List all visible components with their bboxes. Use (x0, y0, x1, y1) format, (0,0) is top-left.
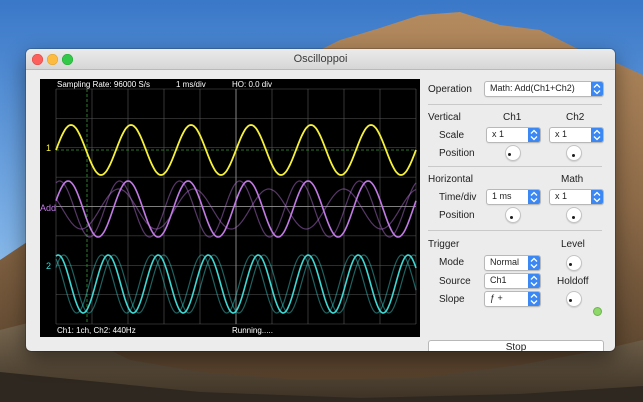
ch1-header: Ch1 (503, 112, 522, 123)
position-label: Position (439, 148, 475, 159)
separator (428, 230, 602, 231)
stop-button[interactable]: Stop (428, 340, 604, 351)
source-label: Source (439, 276, 471, 287)
title-bar: Oscilloppoi (26, 49, 615, 70)
popup-arrows-icon (528, 274, 540, 288)
timediv-popup[interactable]: 1 ms (486, 189, 541, 205)
timediv-label: Time/div (439, 192, 477, 203)
popup-arrows-icon (591, 190, 603, 204)
sampling-rate-readout: Sampling Rate: 96000 S/s (57, 80, 150, 89)
ch2-scale-popup[interactable]: x 1 (549, 127, 604, 143)
popup-arrows-icon (591, 82, 603, 96)
holdoff-header: Holdoff (557, 276, 589, 287)
trigger-status-led (593, 307, 602, 316)
popup-arrows-icon (528, 292, 540, 306)
scope-waveform-canvas (55, 88, 417, 325)
ch1-scale-popup[interactable]: x 1 (486, 127, 541, 143)
channel-info-readout: Ch1: 1ch, Ch2: 440Hz (57, 326, 136, 335)
holdoff-readout: HO: 0.0 div (232, 80, 273, 89)
oscilloscope-display[interactable]: Sampling Rate: 96000 S/s 1 ms/div HO: 0.… (40, 79, 420, 337)
math-position-knob[interactable] (566, 207, 582, 223)
level-header: Level (561, 239, 585, 250)
popup-arrows-icon (528, 128, 540, 142)
ch1-position-knob[interactable] (505, 145, 521, 161)
horizontal-position-knob[interactable] (505, 207, 521, 223)
timebase-readout: 1 ms/div (176, 80, 206, 89)
ch1-marker: 1 (46, 143, 52, 153)
math-scale-value: x 1 (555, 191, 568, 201)
operation-label: Operation (428, 84, 472, 95)
app-window: Oscilloppoi Sampling Rate: 96000 S/s 1 m… (26, 49, 615, 351)
ch2-marker: 2 (46, 261, 52, 271)
window-title: Oscilloppoi (293, 53, 348, 65)
trigger-slope-popup[interactable]: ƒ + (484, 291, 541, 307)
operation-value: Math: Add(Ch1+Ch2) (490, 83, 575, 93)
run-status-readout: Running..... (232, 326, 273, 335)
operation-popup[interactable]: Math: Add(Ch1+Ch2) (484, 81, 604, 97)
popup-arrows-icon (591, 128, 603, 142)
math-marker: Add (40, 203, 57, 213)
timediv-value: 1 ms (492, 191, 512, 201)
popup-arrows-icon (528, 190, 540, 204)
horizontal-header: Horizontal (428, 174, 474, 185)
trigger-mode-popup[interactable]: Normal (484, 255, 541, 271)
popup-arrows-icon (528, 256, 540, 270)
trigger-mode-value: Normal (490, 257, 520, 267)
vertical-header: Vertical (428, 112, 461, 123)
trigger-slope-value: ƒ + (490, 293, 503, 303)
scale-label: Scale (439, 130, 465, 141)
trigger-header: Trigger (428, 239, 460, 250)
slope-label: Slope (439, 294, 465, 305)
ch2-scale-value: x 1 (555, 129, 568, 139)
ch2-position-knob[interactable] (566, 145, 582, 161)
control-panel: Operation Math: Add(Ch1+Ch2) Vertical Ch… (426, 79, 606, 351)
ch1-scale-value: x 1 (492, 129, 505, 139)
separator (428, 104, 602, 105)
ch2-header: Ch2 (566, 112, 585, 123)
trigger-source-value: Ch1 (490, 275, 507, 285)
math-scale-popup[interactable]: x 1 (549, 189, 604, 205)
holdoff-knob[interactable] (566, 291, 582, 307)
separator (428, 166, 602, 167)
mode-label: Mode (439, 257, 465, 268)
horizontal-position-label: Position (439, 210, 475, 221)
trigger-level-knob[interactable] (566, 255, 582, 271)
trigger-source-popup[interactable]: Ch1 (484, 273, 541, 289)
math-header: Math (561, 174, 584, 185)
